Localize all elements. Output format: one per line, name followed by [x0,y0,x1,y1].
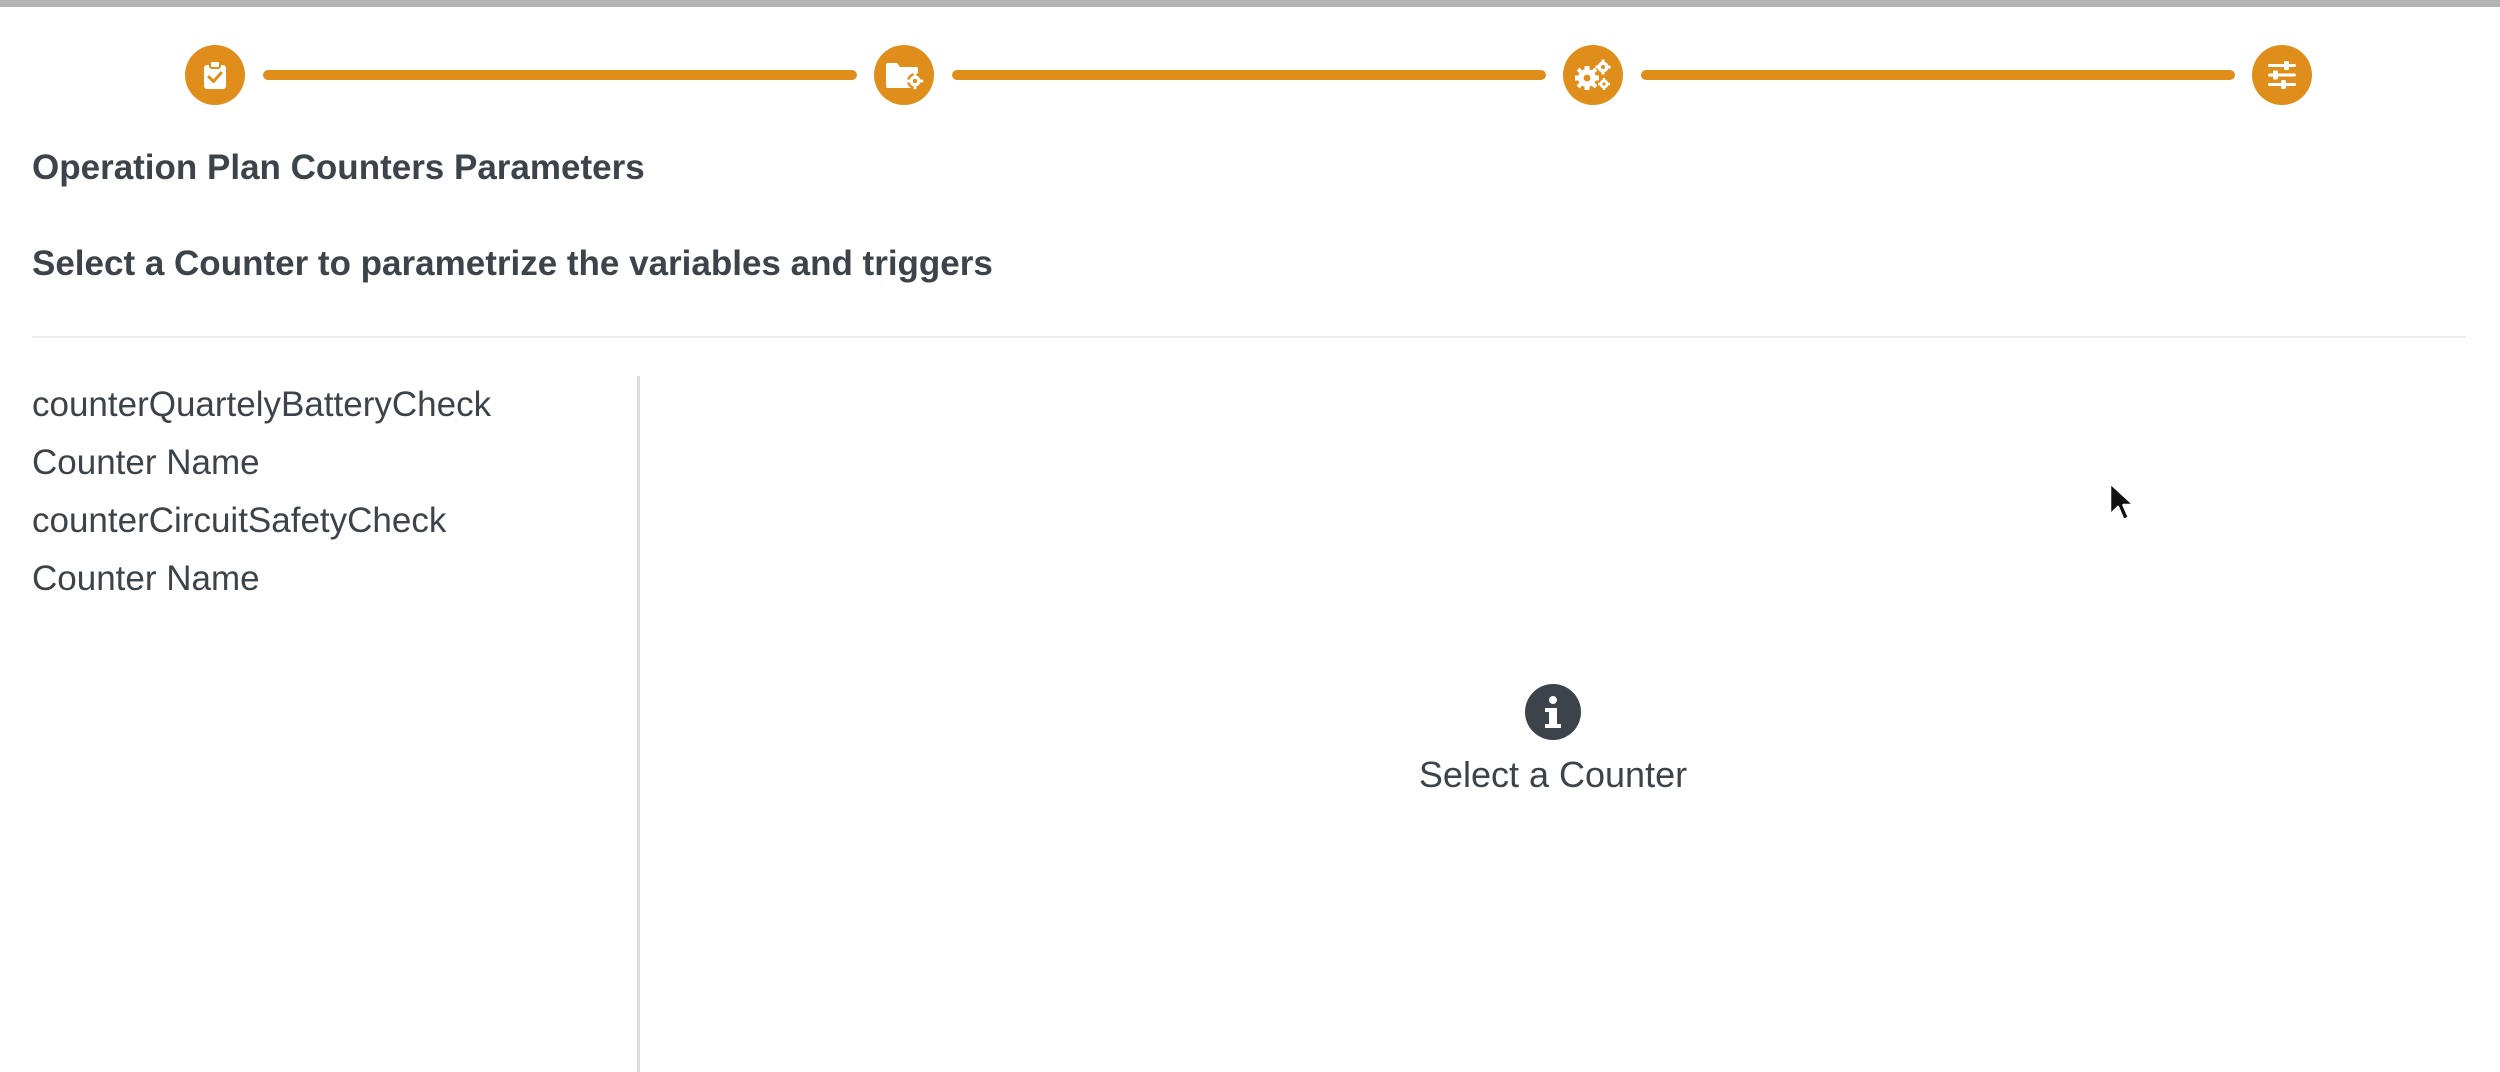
counter-list-item[interactable]: counterQuartelyBatteryCheck [32,376,491,434]
folder-gear-icon [884,60,924,90]
sliders-icon [2266,61,2298,89]
empty-state-text: Select a Counter [1418,754,1688,795]
page-title: Operation Plan Counters Parameters [32,148,645,187]
mouse-pointer-icon [2108,481,2138,525]
step-connector-3 [1641,70,2235,80]
info-circle-icon [1525,684,1581,740]
step-connector-1 [263,70,857,80]
counter-list-item[interactable]: counterCircuitSafetyCheck [32,492,446,550]
gears-icon [1573,58,1613,92]
panel-separator [637,376,640,1072]
step-4-button[interactable] [2252,45,2312,105]
step-1-button[interactable] [185,45,245,105]
step-3-button[interactable] [1563,45,1623,105]
step-connector-2 [952,70,1546,80]
wizard-stepper [0,0,2500,150]
page-subtitle: Select a Counter to parametrize the vari… [32,244,993,283]
counter-list: counterQuartelyBatteryCheck Counter Name… [0,376,636,1072]
counter-list-item[interactable]: Counter Name [32,550,260,608]
clipboard-check-icon [201,60,229,90]
section-divider [32,336,2466,338]
step-2-button[interactable] [874,45,934,105]
counter-list-item[interactable]: Counter Name [32,434,260,492]
